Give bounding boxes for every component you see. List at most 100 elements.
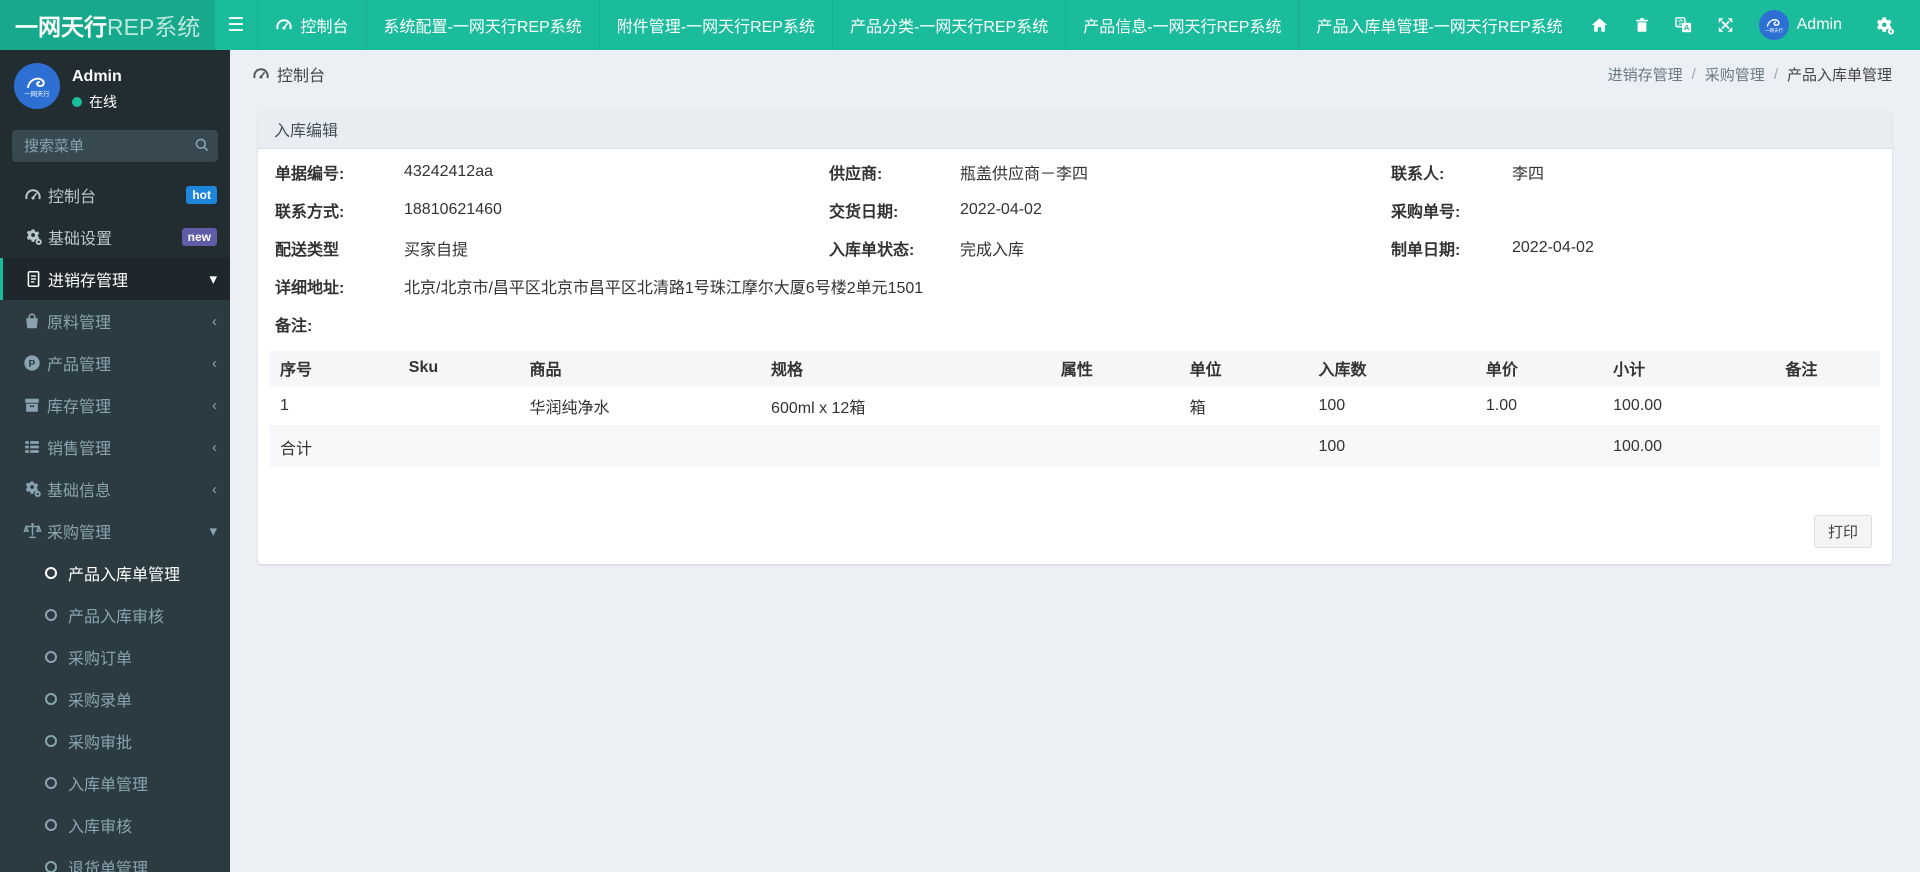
sidebar-menu: 控制台 hot 基础设置 new 进销存管理 ▾ 原料管理 ‹ P 产品管理 ‹ 库存管理 ‹ 销售管理 ‹… <box>0 172 230 872</box>
sidebar-item-采购录单[interactable]: 采购录单 <box>0 678 230 720</box>
sidebar-item-退货单管理[interactable]: 退货单管理 <box>0 846 230 872</box>
scales-icon <box>19 522 45 540</box>
list-icon <box>19 438 45 456</box>
tab-label: 产品入库单管理-一网天行REP系统 <box>1316 19 1563 36</box>
tab-3[interactable]: 附件管理-一网天行REP系统 <box>600 0 833 50</box>
app-logo-bold: 一网天行 <box>15 14 107 40</box>
field-value: 瓶盖供应商－李四 <box>960 166 1089 183</box>
dashboard-icon <box>20 186 46 204</box>
sidebar-item-入库审核[interactable]: 入库审核 <box>0 804 230 846</box>
table-cell: 100.00 <box>1603 426 1776 467</box>
sidebar-item-入库单管理[interactable]: 入库单管理 <box>0 762 230 804</box>
sidebar-item-采购审批[interactable]: 采购审批 <box>0 720 230 762</box>
tab-2[interactable]: 系统配置-一网天行REP系统 <box>367 0 600 50</box>
user-avatar[interactable]: 一网天行 <box>14 63 60 109</box>
table-cell <box>398 385 520 427</box>
table-cell <box>1179 426 1309 467</box>
search-icon[interactable] <box>194 137 210 153</box>
circle-o-icon <box>45 861 57 872</box>
trash-icon[interactable] <box>1621 0 1663 50</box>
sidebar-item-label: 入库单管理 <box>68 777 149 794</box>
search-input[interactable] <box>12 130 218 162</box>
table-total-row: 合计 100 100.00 <box>270 426 1880 467</box>
submenu-进销存管理: 原料管理 ‹ P 产品管理 ‹ 库存管理 ‹ 销售管理 ‹ 基础信息 ‹ 采购管理 ▾ 产品入库单管理 产品… <box>0 300 230 872</box>
sidebar-item-库存管理[interactable]: 库存管理 ‹ <box>0 384 230 426</box>
address-value: 北京/北京市/昌平区北京市昌平区北清路1号珠江摩尔大厦6号楼2单元1501 <box>404 280 924 297</box>
new-badge: new <box>181 227 217 247</box>
tab-1[interactable]: 控制台 <box>258 0 367 50</box>
field-value: 买家自提 <box>404 242 469 259</box>
sidebar-item-进销存管理[interactable]: 进销存管理 ▾ <box>0 258 230 300</box>
address-row: 详细地址: 北京/北京市/昌平区北京市昌平区北清路1号珠江摩尔大厦6号楼2单元1… <box>270 267 1880 305</box>
product-icon: P <box>19 354 45 372</box>
breadcrumb-item-2[interactable]: 采购管理 <box>1705 64 1765 85</box>
items-table-header-row: 序号 Sku 商品 规格 属性 单位 入库数 单价 小计 备注 <box>270 351 1880 386</box>
card-body: 单据编号: 43242412aa 供应商: 瓶盖供应商－李四 联系人: 李四 联系方式: 18… <box>258 149 1892 564</box>
sidebar-item-采购管理[interactable]: 采购管理 ▾ <box>0 510 230 552</box>
app-logo[interactable]: 一网天行 REP系统 <box>0 0 216 50</box>
hamburger-icon: ☰ <box>227 14 245 36</box>
tab-label: 附件管理-一网天行REP系统 <box>616 19 815 36</box>
sidebar-user-status: 在线 <box>72 92 122 112</box>
column-header-商品: 商品 <box>519 351 762 386</box>
sidebar-item-基础设置[interactable]: 基础设置 new <box>0 216 230 258</box>
tab-label: 产品分类-一网天行REP系统 <box>849 19 1049 36</box>
sidebar-item-产品入库单管理[interactable]: 产品入库单管理 <box>0 552 230 594</box>
user-avatar[interactable]: 一网天行 <box>1758 10 1789 40</box>
table-cell: 合计 <box>270 426 399 467</box>
tab-5[interactable]: 产品信息-一网天行REP系统 <box>1066 0 1300 50</box>
gears-icon <box>20 228 46 246</box>
app-logo-light: REP系统 <box>107 14 201 40</box>
bag-icon <box>19 312 45 330</box>
circle-o-icon <box>45 777 57 789</box>
field-label: 采购单号: <box>1391 204 1461 221</box>
field-label: 联系人: <box>1391 166 1445 183</box>
content-header-title: 控制台 <box>252 62 325 86</box>
avatar-brand-text: 一网天行 <box>24 90 50 98</box>
fullscreen-icon[interactable] <box>1705 0 1747 50</box>
sidebar-toggle-button[interactable]: ☰ <box>215 0 258 50</box>
table-cell <box>519 426 762 467</box>
print-button[interactable]: 打印 <box>1813 515 1872 548</box>
tab-6[interactable]: 产品入库单管理-一网天行REP系统 <box>1299 0 1578 50</box>
sidebar-item-产品管理[interactable]: P 产品管理 ‹ <box>0 342 230 384</box>
circle-o-icon <box>45 693 57 705</box>
chevron-left-icon: ‹ <box>212 354 217 372</box>
table-cell: 1 <box>270 385 399 427</box>
table-cell: 100 <box>1308 426 1476 467</box>
sidebar-item-原料管理[interactable]: 原料管理 ‹ <box>0 300 230 342</box>
field-label: 制单日期: <box>1391 242 1461 259</box>
sidebar-user-name: Admin <box>72 68 122 85</box>
home-icon[interactable] <box>1579 0 1621 50</box>
chevron-left-icon: ‹ <box>212 396 217 414</box>
online-dot-icon <box>72 97 82 107</box>
settings-icon[interactable] <box>1864 0 1906 50</box>
table-cell: 箱 <box>1179 385 1309 427</box>
cogs-icon <box>19 480 45 498</box>
column-header-小计: 小计 <box>1603 351 1776 386</box>
sidebar-item-销售管理[interactable]: 销售管理 ‹ <box>0 426 230 468</box>
sidebar-item-label: 入库审核 <box>68 819 133 836</box>
sidebar-item-label: 采购录单 <box>68 693 133 710</box>
column-header-规格: 规格 <box>761 351 1051 386</box>
sidebar-item-基础信息[interactable]: 基础信息 ‹ <box>0 468 230 510</box>
brand-swirl-icon <box>26 75 48 91</box>
document-icon <box>20 270 46 288</box>
circle-o-icon <box>45 609 57 621</box>
sidebar-item-label: 退货单管理 <box>68 861 149 872</box>
sidebar-item-label: 产品入库审核 <box>68 609 165 626</box>
sidebar-item-产品入库审核[interactable]: 产品入库审核 <box>0 594 230 636</box>
tab-4[interactable]: 产品分类-一网天行REP系统 <box>833 0 1067 50</box>
topbar-right: 文 A 一网天行 Admin <box>1579 0 1920 50</box>
breadcrumb-item-1[interactable]: 进销存管理 <box>1608 64 1683 85</box>
field-value: 完成入库 <box>960 242 1025 259</box>
sidebar-item-控制台[interactable]: 控制台 hot <box>0 174 230 216</box>
sidebar-item-采购订单[interactable]: 采购订单 <box>0 636 230 678</box>
circle-o-icon <box>45 567 57 579</box>
chevron-left-icon: ‹ <box>212 438 217 456</box>
translate-icon[interactable]: 文A <box>1663 0 1705 50</box>
admin-menu[interactable]: Admin <box>1797 16 1842 34</box>
sidebar-item-label: 库存管理 <box>47 399 112 416</box>
topbar-tabs: 控制台 系统配置-一网天行REP系统 附件管理-一网天行REP系统 产品分类-一网天行… <box>258 0 1579 50</box>
hot-badge: hot <box>186 185 217 205</box>
